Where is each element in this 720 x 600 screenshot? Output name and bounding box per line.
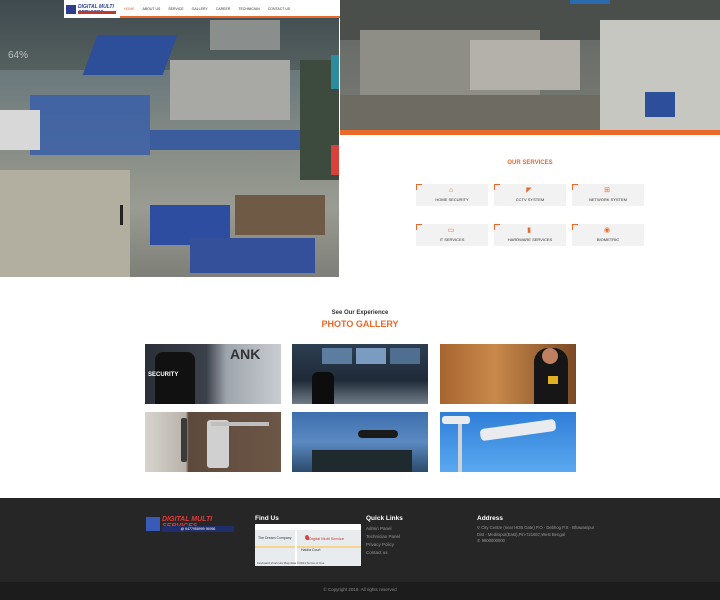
nav-link-about[interactable]: ABOUT US	[143, 7, 161, 11]
fingerprint-icon: ◉	[603, 227, 611, 234]
nav-link-gallery[interactable]: GALLERY	[192, 7, 208, 11]
gallery-image-cameras[interactable]	[440, 412, 576, 472]
find-us-heading: Find Us	[255, 515, 279, 522]
address-text: City Centre (near HDB Gate) P.O - Debhog…	[477, 525, 595, 537]
service-card-cctv[interactable]: ◤ CCTV SYSTEM	[494, 184, 566, 206]
service-card-network[interactable]: ⊞ NETWORK SYSTEM	[572, 184, 644, 206]
home-icon: ⌂	[448, 187, 454, 194]
nav-link-contact[interactable]: CONTACT US	[268, 7, 290, 11]
gallery-title: PHOTO GALLERY	[321, 319, 399, 329]
link-privacy-policy[interactable]: Privacy Policy	[366, 542, 394, 547]
gallery-image-control-room[interactable]	[292, 344, 428, 404]
side-tab-red[interactable]	[331, 145, 339, 175]
link-technician-panel[interactable]: Technician Panel	[366, 534, 400, 539]
service-card-home-security[interactable]: ⌂ HOME SECURITY	[416, 184, 488, 206]
nav-link-service[interactable]: SERVICE	[168, 7, 183, 11]
network-icon: ⊞	[604, 187, 610, 194]
hero-accent-bar	[340, 130, 720, 135]
copyright-text: © Copyright 2019. All rights reserved	[323, 587, 397, 592]
side-tab-teal[interactable]	[331, 55, 339, 89]
gallery-image-soldiers[interactable]	[292, 412, 428, 472]
map-marker-label: Digital Multi Service	[309, 536, 345, 541]
gallery-image-officer[interactable]	[440, 344, 576, 404]
gallery-image-door-lock[interactable]	[145, 412, 281, 472]
nav-link-technician[interactable]: TECHNICIAN	[238, 7, 259, 11]
address-heading: Address	[477, 515, 504, 522]
hardware-icon: ▮	[527, 227, 531, 234]
page: 64% DIGITAL MULTI SERVICES HOME ABOUT US…	[0, 0, 720, 600]
site-logo[interactable]: DIGITAL MULTI SERVICES	[66, 3, 118, 16]
service-card-biometric[interactable]: ◉ BIOMETRIC	[572, 224, 644, 246]
hero-image-right	[340, 0, 720, 130]
gallery-subtitle: See Our Experience	[331, 310, 389, 316]
link-admin-panel[interactable]: Admin Panel	[366, 526, 392, 531]
hero-image-left: 64%	[0, 0, 339, 277]
nav-accent-bar	[120, 16, 340, 18]
footer-logo[interactable]: DIGITAL MULTI SERVICES @ 9477958999 9595…	[146, 515, 246, 535]
gallery-image-guard[interactable]: SECURITY ANK	[145, 344, 281, 404]
quick-links-heading: Quick Links	[366, 515, 403, 522]
phone-number: 9800000000	[481, 538, 505, 543]
top-navigation: DIGITAL MULTI SERVICES HOME ABOUT US SER…	[64, 0, 340, 18]
nav-link-career[interactable]: CAREER	[216, 7, 231, 11]
location-map[interactable]: The Dream Company Haldia Court Digital M…	[255, 524, 361, 566]
service-card-it[interactable]: ▭ IT SERVICES	[416, 224, 488, 246]
cctv-icon: ◤	[526, 187, 532, 194]
slider-progress: 64%	[8, 50, 29, 61]
monitor-icon: ▭	[447, 227, 455, 234]
link-contact-us[interactable]: Contact us	[366, 550, 388, 555]
address-block: ⚲ City Centre (near HDB Gate) P.O - Debh…	[477, 525, 597, 545]
nav-link-home[interactable]: HOME	[124, 7, 135, 11]
services-title: OUR SERVICES	[507, 160, 553, 166]
service-card-hardware[interactable]: ▮ HARDWARE SERVICES	[494, 224, 566, 246]
map-pin-icon	[305, 535, 309, 540]
